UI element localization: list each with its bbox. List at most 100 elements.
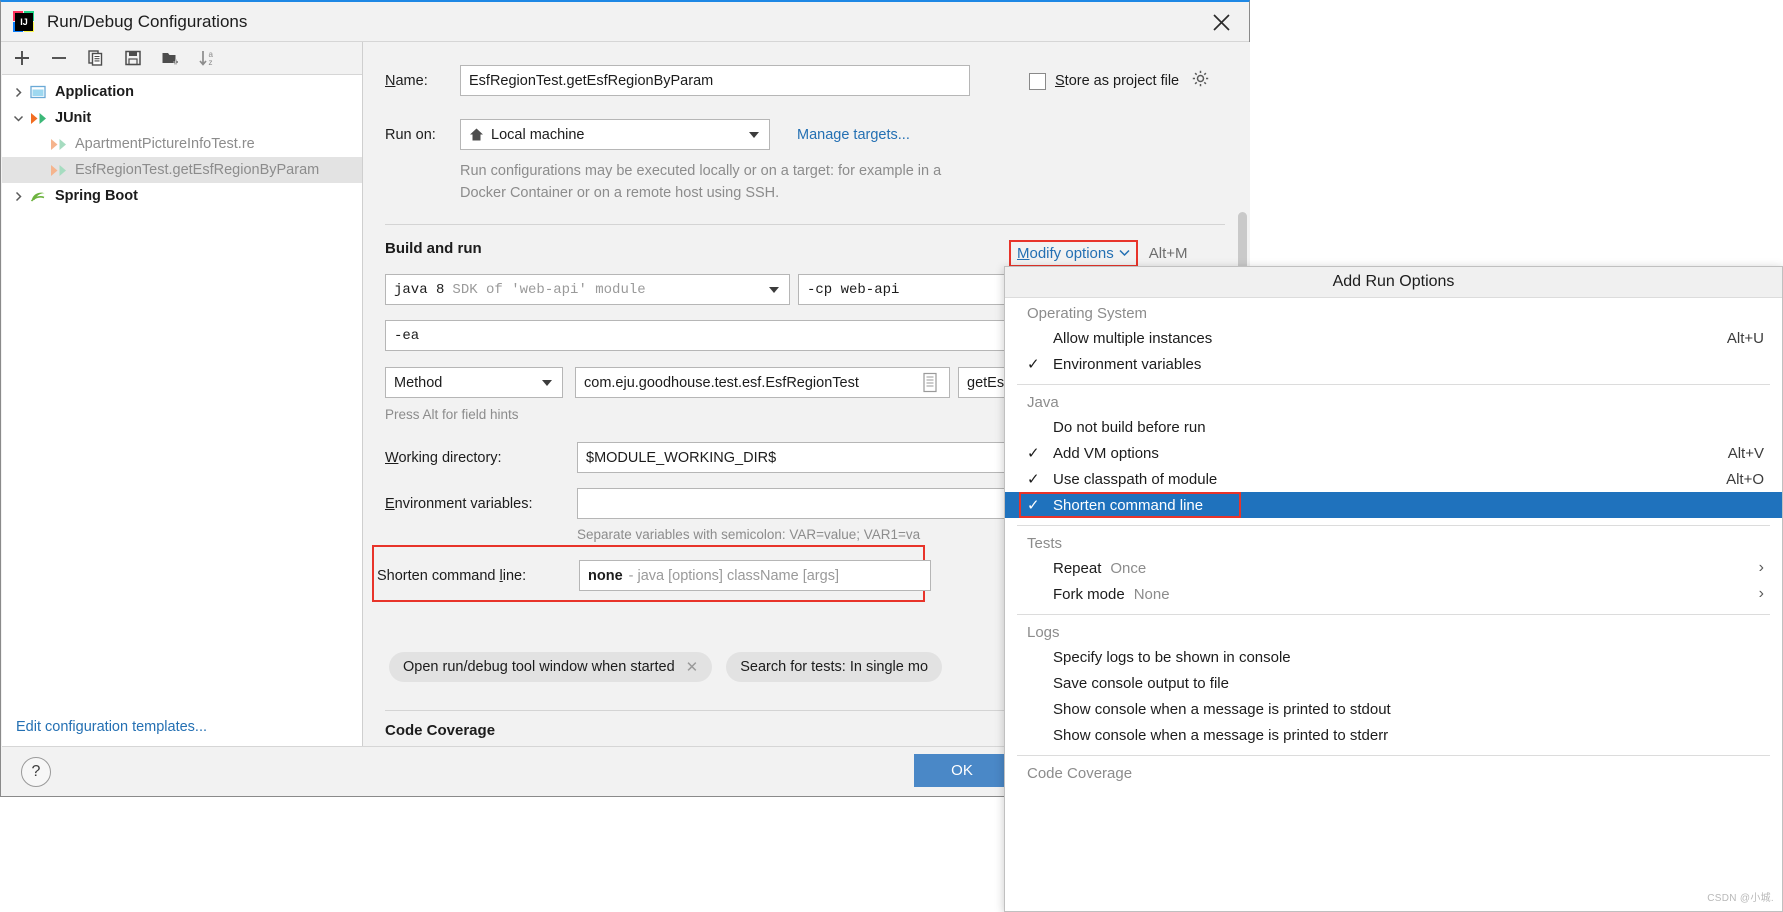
chevron-right-icon[interactable]	[8, 87, 28, 98]
popup-item-label: Do not build before run	[1053, 418, 1206, 436]
edit-configuration-templates-link[interactable]: Edit configuration templates...	[16, 719, 207, 735]
chevron-down-icon	[749, 131, 759, 138]
popup-group-java-label: Java	[1027, 394, 1059, 411]
popup-item-do-not-build-before-run[interactable]: Do not build before run	[1005, 414, 1782, 440]
tree-node-esfregiontest[interactable]: EsfRegionTest.getEsfRegionByParam	[2, 157, 362, 183]
jre-select[interactable]: java 8 SDK of 'web-api' module	[385, 274, 790, 305]
popup-item-shortcut: Alt+U	[1726, 329, 1764, 347]
checkmark-icon: ✓	[1027, 471, 1040, 488]
popup-item-show-console-stderr[interactable]: Show console when a message is printed t…	[1005, 722, 1782, 748]
tree-node-label: JUnit	[55, 110, 92, 126]
store-as-project-file-label: Store as project file	[1055, 73, 1180, 89]
popup-item-repeat[interactable]: Repeat Once ›	[1005, 555, 1782, 581]
popup-item-allow-multiple-instances[interactable]: Allow multiple instances Alt+U	[1005, 325, 1782, 351]
popup-item-shortcut: Alt+O	[1726, 470, 1764, 488]
configurations-tree: Application JUnit ApartmentPictureInfoTe…	[2, 75, 362, 209]
popup-item-label: Repeat	[1053, 559, 1102, 577]
store-as-project-file-checkbox[interactable]	[1029, 72, 1046, 90]
gear-icon[interactable]	[1192, 70, 1209, 92]
code-coverage-heading: Code Coverage	[385, 722, 496, 739]
tree-node-spring-boot[interactable]: Spring Boot	[2, 183, 362, 209]
close-icon[interactable]	[1193, 2, 1249, 42]
build-and-run-heading: Build and run	[385, 240, 482, 257]
copy-icon[interactable]	[84, 46, 108, 70]
dialog-title: Run/Debug Configurations	[47, 11, 248, 31]
popup-separator	[1017, 755, 1770, 756]
dialog-titlebar: IJ Run/Debug Configurations	[1, 2, 1249, 42]
ok-button[interactable]: OK	[914, 754, 1010, 787]
popup-group-operating-system-label: Operating System	[1027, 305, 1148, 322]
name-label: Name:	[385, 72, 428, 89]
chevron-right-icon: ›	[1758, 559, 1764, 576]
name-input[interactable]: EsfRegionTest.getEsfRegionByParam	[460, 65, 970, 96]
checkmark-icon: ✓	[1027, 445, 1040, 462]
browse-icon[interactable]	[920, 372, 940, 393]
chip-open-run-debug-tool-window[interactable]: Open run/debug tool window when started …	[389, 652, 713, 682]
checkmark-icon: ✓	[1027, 497, 1040, 514]
svg-text:z: z	[208, 58, 212, 67]
tree-node-label: ApartmentPictureInfoTest.re	[75, 136, 255, 152]
popup-separator	[1017, 614, 1770, 615]
folder-add-icon[interactable]	[158, 46, 182, 70]
popup-item-label: Show console when a message is printed t…	[1053, 726, 1389, 744]
shorten-command-line-suffix: - java [options] className [args]	[628, 567, 839, 584]
help-button[interactable]: ?	[21, 757, 51, 787]
plus-icon[interactable]	[10, 46, 34, 70]
save-icon[interactable]	[121, 46, 145, 70]
intellij-idea-icon: IJ	[13, 10, 35, 33]
modify-options-button[interactable]: Modify options	[1009, 240, 1138, 267]
tree-node-label: Spring Boot	[55, 188, 138, 204]
section-divider	[385, 224, 1225, 225]
chevron-down-icon	[542, 379, 552, 386]
tree-node-junit[interactable]: JUnit	[2, 105, 362, 131]
popup-group-logs-label: Logs	[1027, 624, 1060, 641]
popup-item-fork-mode[interactable]: Fork mode None ›	[1005, 581, 1782, 607]
run-on-value: Local machine	[491, 126, 585, 143]
popup-group-code-coverage-label: Code Coverage	[1027, 765, 1133, 782]
popup-item-use-classpath-of-module[interactable]: ✓ Use classpath of module Alt+O	[1005, 466, 1782, 492]
configurations-tree-panel: a z Application JUnit ApartmentPictureIn…	[2, 42, 363, 749]
jre-value: java 8	[394, 281, 445, 298]
close-icon[interactable]: ✕	[686, 658, 699, 676]
junit-icon	[28, 111, 48, 126]
popup-item-shorten-command-line[interactable]: ✓ Shorten command line	[1005, 492, 1782, 518]
store-as-project-file-row: Store as project file	[1029, 70, 1209, 92]
popup-item-label: Add VM options	[1053, 444, 1159, 462]
run-on-description: Run configurations may be executed local…	[460, 163, 942, 202]
name-row: Name: EsfRegionTest.getEsfRegionByParam	[385, 65, 970, 96]
chevron-down-icon[interactable]	[8, 113, 28, 124]
tree-node-apartmentpictureinfotest[interactable]: ApartmentPictureInfoTest.re	[2, 131, 362, 157]
run-on-select[interactable]: Local machine	[460, 119, 770, 150]
chevron-right-icon[interactable]	[8, 191, 28, 202]
home-icon	[469, 127, 484, 142]
run-on-row: Run on: Local machine Manage targets...	[385, 119, 910, 150]
tree-node-label: Application	[55, 84, 134, 100]
add-run-options-popup: Add Run Options Operating System Allow m…	[1004, 266, 1783, 912]
chevron-down-icon	[1119, 244, 1130, 262]
shorten-command-line-row: Shorten command line: none - java [optio…	[377, 560, 931, 591]
tree-node-label: EsfRegionTest.getEsfRegionByParam	[75, 162, 320, 178]
sort-az-icon[interactable]: a z	[195, 46, 219, 70]
popup-item-label: Environment variables	[1053, 355, 1202, 373]
junit-run-icon	[48, 163, 68, 178]
junit-run-icon	[48, 137, 68, 152]
popup-item-environment-variables[interactable]: ✓ Environment variables	[1005, 351, 1782, 377]
test-class-input[interactable]: com.eju.goodhouse.test.esf.EsfRegionTest	[575, 367, 950, 398]
shorten-command-line-select[interactable]: none - java [options] className [args]	[579, 560, 931, 591]
popup-title: Add Run Options	[1005, 267, 1782, 298]
popup-item-label: Save console output to file	[1053, 674, 1229, 692]
popup-group-tests-label: Tests	[1027, 535, 1063, 552]
popup-item-label: Use classpath of module	[1053, 470, 1218, 488]
popup-item-add-vm-options[interactable]: ✓ Add VM options Alt+V	[1005, 440, 1782, 466]
minus-icon[interactable]	[47, 46, 71, 70]
popup-item-save-console-output[interactable]: Save console output to file	[1005, 670, 1782, 696]
popup-item-show-console-stdout[interactable]: Show console when a message is printed t…	[1005, 696, 1782, 722]
popup-item-value: Once	[1110, 559, 1147, 577]
test-kind-select[interactable]: Method	[385, 367, 563, 398]
checkmark-icon: ✓	[1027, 356, 1040, 373]
manage-targets-link[interactable]: Manage targets...	[797, 127, 910, 143]
chip-search-for-tests[interactable]: Search for tests: In single mo	[726, 652, 943, 682]
tree-node-application[interactable]: Application	[2, 79, 362, 105]
popup-item-specify-logs[interactable]: Specify logs to be shown in console	[1005, 644, 1782, 670]
popup-item-label: Shorten command line	[1053, 496, 1204, 514]
